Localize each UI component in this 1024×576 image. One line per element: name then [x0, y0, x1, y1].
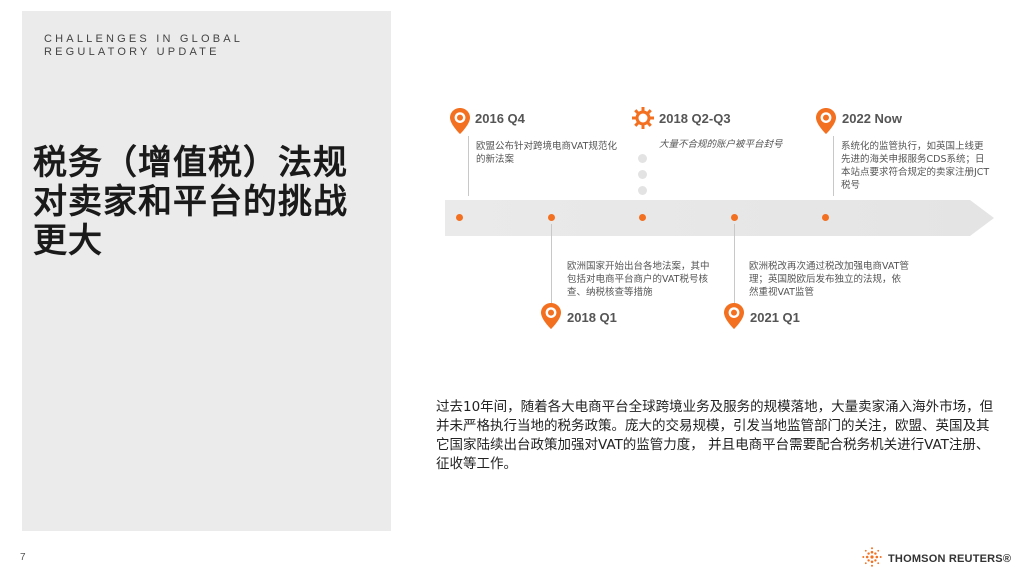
event-label: 2021 Q1	[750, 310, 800, 325]
connector-line	[734, 224, 735, 306]
faded-dot	[638, 170, 647, 179]
page-number: 7	[20, 552, 26, 563]
map-pin-icon	[449, 107, 471, 135]
connector-line	[833, 136, 834, 196]
connector-line	[468, 136, 469, 196]
timeline-dot-4	[731, 214, 738, 221]
eyebrow-heading: CHALLENGES IN GLOBAL REGULATORY UPDATE	[44, 33, 244, 58]
timeline-dot-1	[456, 214, 463, 221]
map-pin-icon	[815, 107, 837, 135]
event-label: 2018 Q1	[567, 310, 617, 325]
event-label: 2022 Now	[842, 111, 902, 126]
faded-dot	[638, 186, 647, 195]
brand-name: THOMSON REUTERS®	[888, 553, 1012, 565]
page-title: 税务（增值税）法规对卖家和平台的挑战更大	[33, 143, 348, 261]
event-label: 2018 Q2-Q3	[659, 111, 731, 126]
event-description: 系统化的监管执行，如英国上线更先进的海关申报服务CDS系统；日本站点要求符合规定…	[841, 141, 990, 191]
timeline-dot-2	[548, 214, 555, 221]
thomson-reuters-logo-icon	[862, 547, 882, 571]
faded-dot	[638, 154, 647, 163]
map-pin-icon	[723, 302, 745, 330]
timeline-arrow	[445, 198, 997, 238]
timeline-dot-3	[639, 214, 646, 221]
timeline-dot-5	[822, 214, 829, 221]
event-description: 欧洲国家开始出台各地法案，其中包括对电商平台商户的VAT税号核查、纳税核查等措施	[567, 261, 710, 298]
event-description: 欧洲税改再次通过税改加强电商VAT管理；英国脱欧后发布独立的法规，依然重视VAT…	[749, 261, 909, 298]
summary-paragraph: 过去10年间，随着各大电商平台全球跨境业务及服务的规模落地，大量卖家涌入海外市场…	[436, 399, 994, 472]
brand-logo: THOMSON REUTERS®	[862, 547, 1011, 571]
left-panel	[22, 11, 391, 531]
gear-icon	[632, 107, 654, 129]
connector-line	[551, 224, 552, 306]
event-description: 欧盟公布针对跨境电商VAT规范化的新法案	[476, 141, 617, 165]
map-pin-icon	[540, 302, 562, 330]
event-description: 大量不合规的账户被平台封号	[659, 139, 783, 150]
event-label: 2016 Q4	[475, 111, 525, 126]
